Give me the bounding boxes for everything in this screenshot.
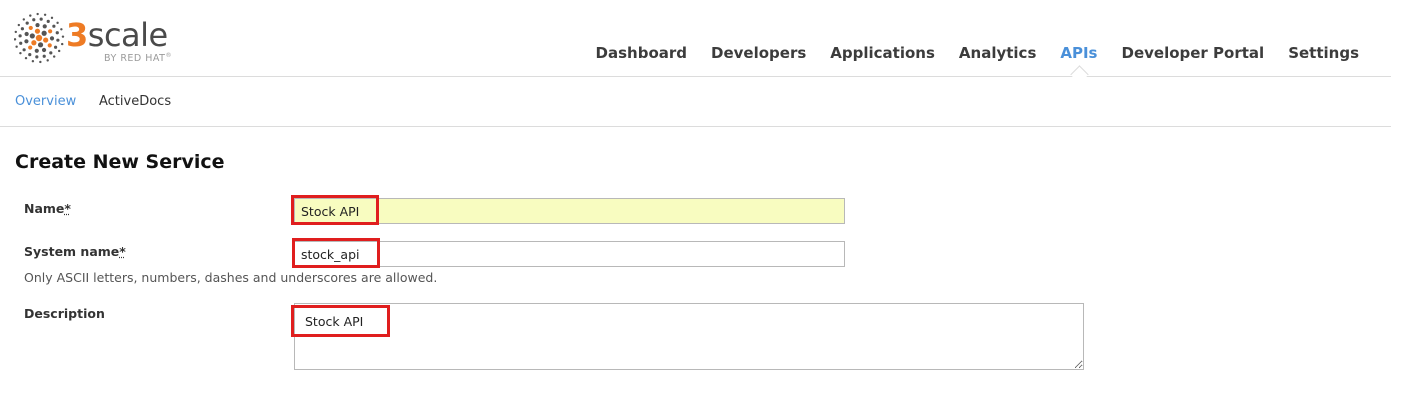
brand-wordmark-suffix: scale bbox=[87, 16, 168, 54]
logo-dot bbox=[20, 27, 24, 31]
logo-dots-icon bbox=[14, 12, 65, 64]
logo-dot bbox=[47, 43, 52, 48]
system-name-input[interactable] bbox=[294, 241, 845, 267]
logo-dot bbox=[49, 51, 53, 55]
page-title: Create New Service bbox=[15, 151, 225, 173]
logo-dot bbox=[32, 18, 36, 22]
subnav-overview[interactable]: Overview bbox=[15, 94, 76, 109]
logo-dot bbox=[28, 53, 32, 57]
logo-dot bbox=[14, 30, 17, 34]
logo-dot bbox=[56, 21, 59, 25]
logo-dot bbox=[55, 31, 59, 35]
logo-dot bbox=[35, 34, 43, 42]
logo-dot bbox=[24, 31, 29, 37]
logo-dot bbox=[54, 45, 58, 49]
logo-dot bbox=[28, 45, 33, 50]
sub-nav: Overview ActiveDocs bbox=[0, 77, 1391, 127]
brand-wordmark: 3scale bbox=[66, 18, 168, 52]
logo-dot bbox=[22, 48, 26, 52]
logo-dot bbox=[37, 42, 44, 48]
logo-dot bbox=[61, 35, 65, 38]
logo-dot bbox=[28, 25, 33, 31]
nav-analytics[interactable]: Analytics bbox=[947, 44, 1048, 62]
logo-dot bbox=[14, 38, 17, 41]
system-name-label-text: System name bbox=[24, 244, 120, 259]
system-name-hint: Only ASCII letters, numbers, dashes and … bbox=[24, 270, 438, 285]
logo-dot bbox=[46, 19, 50, 23]
nav-apis[interactable]: APIs bbox=[1048, 44, 1109, 84]
name-input[interactable] bbox=[294, 198, 845, 224]
logo-dot bbox=[43, 37, 49, 43]
logo-dot bbox=[24, 56, 28, 60]
system-name-required-mark: * bbox=[119, 244, 126, 259]
logo-dot bbox=[52, 55, 56, 58]
logo-dot bbox=[52, 24, 56, 28]
logo-dot bbox=[56, 38, 60, 42]
logo-dot bbox=[19, 51, 22, 55]
logo-dot bbox=[35, 55, 39, 59]
logo-dot bbox=[46, 59, 49, 62]
logo-dot bbox=[42, 54, 46, 58]
logo-dot bbox=[43, 13, 47, 16]
logo-dot bbox=[22, 18, 26, 21]
logo-dot bbox=[42, 24, 47, 29]
logo-dot bbox=[17, 23, 21, 27]
logo-dot bbox=[57, 49, 61, 53]
nav-dashboard[interactable]: Dashboard bbox=[584, 44, 699, 62]
nav-developers[interactable]: Developers bbox=[699, 44, 818, 62]
logo-dot bbox=[36, 12, 39, 16]
logo-dot bbox=[29, 14, 32, 17]
logo-dot bbox=[61, 42, 64, 46]
logo-dot bbox=[31, 60, 35, 63]
logo-dot bbox=[41, 30, 47, 36]
brand-wordmark-prefix: 3 bbox=[66, 16, 88, 54]
logo-dot bbox=[39, 17, 43, 21]
logo-dot bbox=[39, 60, 42, 64]
description-textarea[interactable]: Stock API bbox=[294, 303, 1084, 370]
logo-dot bbox=[24, 39, 29, 44]
logo-dot bbox=[34, 28, 41, 34]
subnav-activedocs[interactable]: ActiveDocs bbox=[99, 94, 171, 109]
system-name-label: System name* bbox=[24, 244, 126, 259]
logo-dot bbox=[60, 28, 63, 31]
logo-dot bbox=[41, 47, 47, 53]
brand-tagline-mark: ® bbox=[165, 52, 172, 59]
nav-settings[interactable]: Settings bbox=[1276, 44, 1371, 62]
brand-tagline-text: BY RED HAT bbox=[104, 53, 166, 65]
top-header: 3scale BY RED HAT® Dashboard Developers … bbox=[0, 0, 1391, 84]
nav-developer-portal[interactable]: Developer Portal bbox=[1110, 44, 1277, 62]
logo-dot bbox=[31, 40, 37, 46]
nav-apis-label: APIs bbox=[1060, 44, 1098, 62]
logo-dot bbox=[18, 34, 22, 38]
logo-dot bbox=[49, 36, 55, 41]
name-label: Name* bbox=[24, 201, 71, 216]
logo-dot bbox=[19, 41, 23, 45]
logo-dot bbox=[29, 33, 35, 39]
main-nav: Dashboard Developers Applications Analyt… bbox=[584, 44, 1371, 84]
logo-dot bbox=[35, 22, 40, 28]
brand-tagline: BY RED HAT® bbox=[104, 52, 172, 64]
name-label-text: Name bbox=[24, 201, 65, 216]
logo-dot bbox=[34, 48, 39, 53]
name-required-mark: * bbox=[64, 201, 71, 216]
description-label: Description bbox=[24, 306, 105, 321]
logo-dot bbox=[48, 29, 53, 34]
logo-dot bbox=[25, 21, 29, 25]
logo-dot bbox=[50, 16, 54, 20]
nav-applications[interactable]: Applications bbox=[818, 44, 947, 62]
logo-dot bbox=[15, 45, 18, 48]
brand-logo[interactable]: 3scale BY RED HAT® bbox=[14, 12, 189, 66]
